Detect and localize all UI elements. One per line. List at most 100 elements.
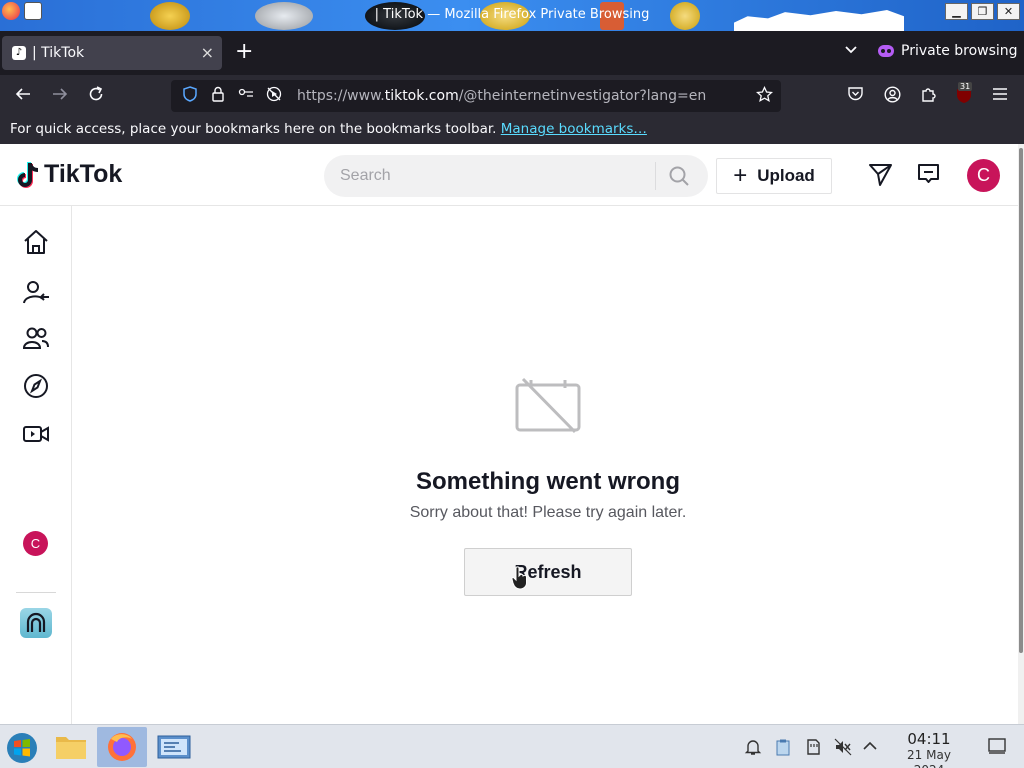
url-text[interactable]: https://www.tiktok.com/@theinternetinves… [297, 88, 706, 104]
profile-avatar[interactable]: C [967, 159, 1000, 192]
tiktok-header: TikTok + Upload C [0, 144, 1018, 206]
url-path: /@theinternetinvestigator?lang=en [458, 88, 707, 104]
os-window-titlebar: | TikTok — Mozilla Firefox Private Brows… [0, 0, 1024, 31]
clipboard-tray-icon[interactable] [774, 738, 792, 760]
url-prefix: https://www. [297, 88, 385, 104]
chevron-up-icon [863, 741, 877, 750]
close-window-button[interactable]: ✕ [997, 3, 1020, 20]
taskbar-settings-app[interactable] [151, 727, 197, 767]
reload-icon [89, 86, 103, 101]
hamburger-menu-icon [993, 88, 1007, 100]
tiktok-logo[interactable]: TikTok [16, 160, 122, 189]
folder-icon [56, 737, 86, 759]
taskbar-clock[interactable]: 04:11 21 May 2024 [890, 731, 968, 768]
lock-icon[interactable] [209, 86, 227, 106]
system-settings-icon [157, 735, 191, 759]
sidebar-item-effect-house[interactable] [20, 608, 52, 638]
minimize-button[interactable]: ▁ [945, 3, 968, 20]
autoplay-blocked-icon[interactable] [265, 86, 283, 106]
puzzle-icon [922, 88, 936, 102]
sidebar-item-profile[interactable]: C [23, 531, 48, 556]
following-icon [23, 281, 49, 304]
tab-bar: ♪ | TikTok × + Private browsing [0, 31, 1024, 75]
sidebar-item-friends[interactable] [22, 324, 50, 352]
maximize-button[interactable]: ❐ [971, 3, 994, 20]
taskbar-file-manager[interactable] [48, 727, 94, 767]
bookmarks-message: For quick access, place your bookmarks h… [10, 121, 497, 137]
show-hidden-tray-icons[interactable] [862, 738, 878, 758]
forward-button[interactable] [51, 85, 69, 108]
notifications-tray-icon[interactable] [744, 738, 762, 760]
tab-title: | TikTok [32, 45, 85, 61]
error-title: Something went wrong [416, 468, 680, 495]
sidebar-divider [16, 592, 56, 593]
url-domain: tiktok.com [384, 88, 459, 104]
chevron-down-icon [845, 46, 857, 54]
tiktok-sidebar: C [0, 206, 72, 724]
private-mask-icon [878, 45, 894, 57]
back-button[interactable] [14, 85, 32, 108]
manage-bookmarks-link[interactable]: Manage bookmarks… [501, 121, 647, 137]
back-arrow-icon [15, 88, 30, 100]
search-button[interactable] [668, 165, 690, 191]
os-taskbar: 04:11 21 May 2024 [0, 724, 1024, 768]
friends-icon [22, 327, 49, 349]
scrollbar-thumb[interactable] [1019, 148, 1023, 653]
extensions-button[interactable] [920, 86, 937, 107]
sidebar-item-following[interactable] [22, 278, 50, 306]
tiktok-note-icon [17, 161, 39, 188]
tiktok-page: TikTok + Upload C [0, 144, 1018, 724]
live-camera-icon [23, 426, 49, 442]
bell-icon [744, 740, 762, 755]
new-tab-button[interactable]: + [235, 41, 253, 63]
pocket-button[interactable] [847, 86, 864, 106]
url-bar[interactable]: https://www.tiktok.com/@theinternetinves… [171, 80, 781, 112]
permissions-icon[interactable] [237, 87, 255, 105]
error-state: Something went wrong Sorry about that! P… [72, 206, 1018, 724]
sidebar-item-explore[interactable] [22, 372, 50, 400]
sidebar-item-live[interactable] [22, 420, 50, 448]
window-title: | TikTok — Mozilla Firefox Private Brows… [374, 7, 650, 22]
error-subtitle: Sorry about that! Please try again later… [409, 504, 687, 521]
no-connection-icon [515, 376, 581, 438]
upload-label: Upload [757, 166, 815, 185]
clock-time: 04:11 [907, 730, 951, 748]
tiktok-logo-text: TikTok [44, 160, 123, 188]
clock-date: 21 May 2024 [907, 748, 951, 768]
bookmarks-toolbar: For quick access, place your bookmarks h… [0, 117, 1024, 144]
volume-muted-tray-icon[interactable] [834, 738, 852, 760]
app-menu-button[interactable] [992, 86, 1008, 105]
messages-button[interactable] [868, 162, 893, 191]
page-scrollbar[interactable] [1018, 144, 1024, 724]
plus-icon: + [733, 162, 748, 189]
taskbar-firefox[interactable] [97, 727, 147, 767]
start-menu-button[interactable] [0, 727, 46, 767]
show-desktop-button[interactable] [988, 738, 1006, 758]
reload-button[interactable] [87, 85, 105, 108]
bookmark-star-icon[interactable] [755, 85, 774, 108]
storage-tray-icon[interactable] [804, 738, 822, 760]
hand-cursor-icon [511, 566, 527, 590]
pocket-icon [848, 87, 863, 101]
navigation-toolbar: https://www.tiktok.com/@theinternetinves… [0, 75, 1024, 117]
list-all-tabs-button[interactable] [844, 43, 858, 59]
search-bar [324, 155, 708, 197]
inbox-button[interactable] [916, 162, 941, 191]
search-icon [669, 166, 689, 186]
tracking-protection-shield-icon[interactable] [181, 86, 199, 106]
start-orb-icon [7, 733, 37, 763]
forward-arrow-icon [53, 88, 68, 100]
tab-tiktok[interactable]: ♪ | TikTok × [2, 36, 222, 70]
explore-icon [24, 374, 48, 398]
extension-badge-count: 31 [958, 82, 973, 91]
speaker-muted-icon [834, 738, 852, 756]
send-plane-icon [869, 164, 892, 186]
account-button[interactable] [884, 86, 901, 107]
tiktok-icon: ♪ [12, 46, 26, 60]
upload-button[interactable]: + Upload [716, 158, 832, 194]
refresh-button[interactable]: Refresh [464, 548, 632, 596]
tab-close-button[interactable]: × [201, 43, 214, 62]
search-input[interactable] [340, 167, 640, 185]
sd-card-icon [807, 739, 820, 755]
sidebar-item-home[interactable] [22, 228, 50, 256]
